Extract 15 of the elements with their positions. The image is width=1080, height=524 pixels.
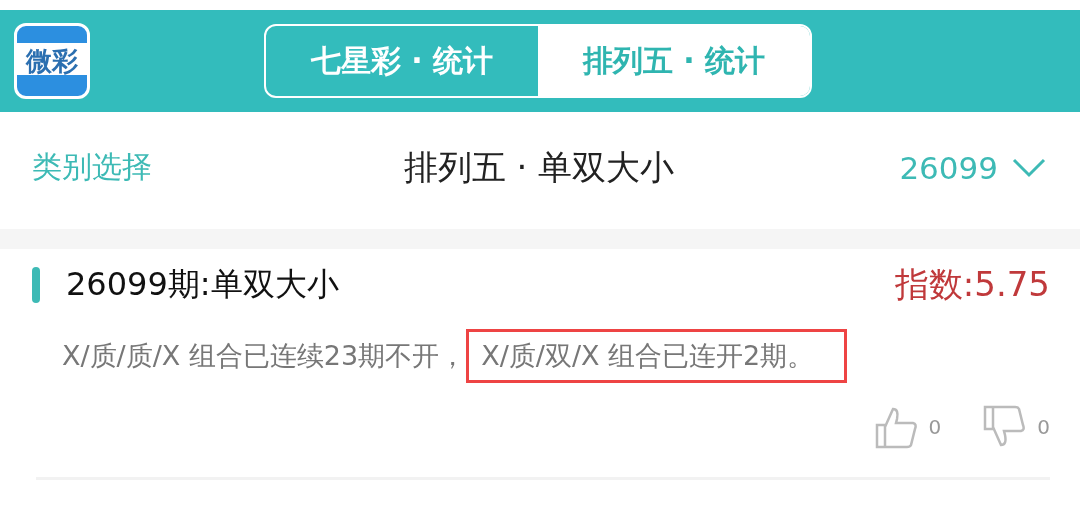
category-link[interactable]: 类别选择 <box>32 147 152 188</box>
description-text: X/质/质/X 组合已连续23期不开， X/质/双/X 组合已连开2期。 <box>62 329 848 383</box>
thumbs-down-icon[interactable] <box>983 405 1028 449</box>
tab[interactable]: 七星彩 · 统计 <box>266 26 538 96</box>
period-selector[interactable]: 26099 <box>899 149 998 186</box>
accent-bar <box>32 267 40 303</box>
thumbs-up-icon[interactable] <box>874 405 919 449</box>
chevron-down-icon[interactable] <box>1012 157 1046 178</box>
app-logo: 微彩 <box>14 23 90 99</box>
dislike-count: 0 <box>1037 415 1050 439</box>
index-value: 指数:5.75 <box>894 263 1050 306</box>
tab[interactable]: 排列五 · 统计 <box>538 26 810 96</box>
page-title: 排列五 · 单双大小 <box>403 145 675 189</box>
like-count: 0 <box>928 415 942 439</box>
card-title: 26099期:单双大小 <box>66 264 339 305</box>
